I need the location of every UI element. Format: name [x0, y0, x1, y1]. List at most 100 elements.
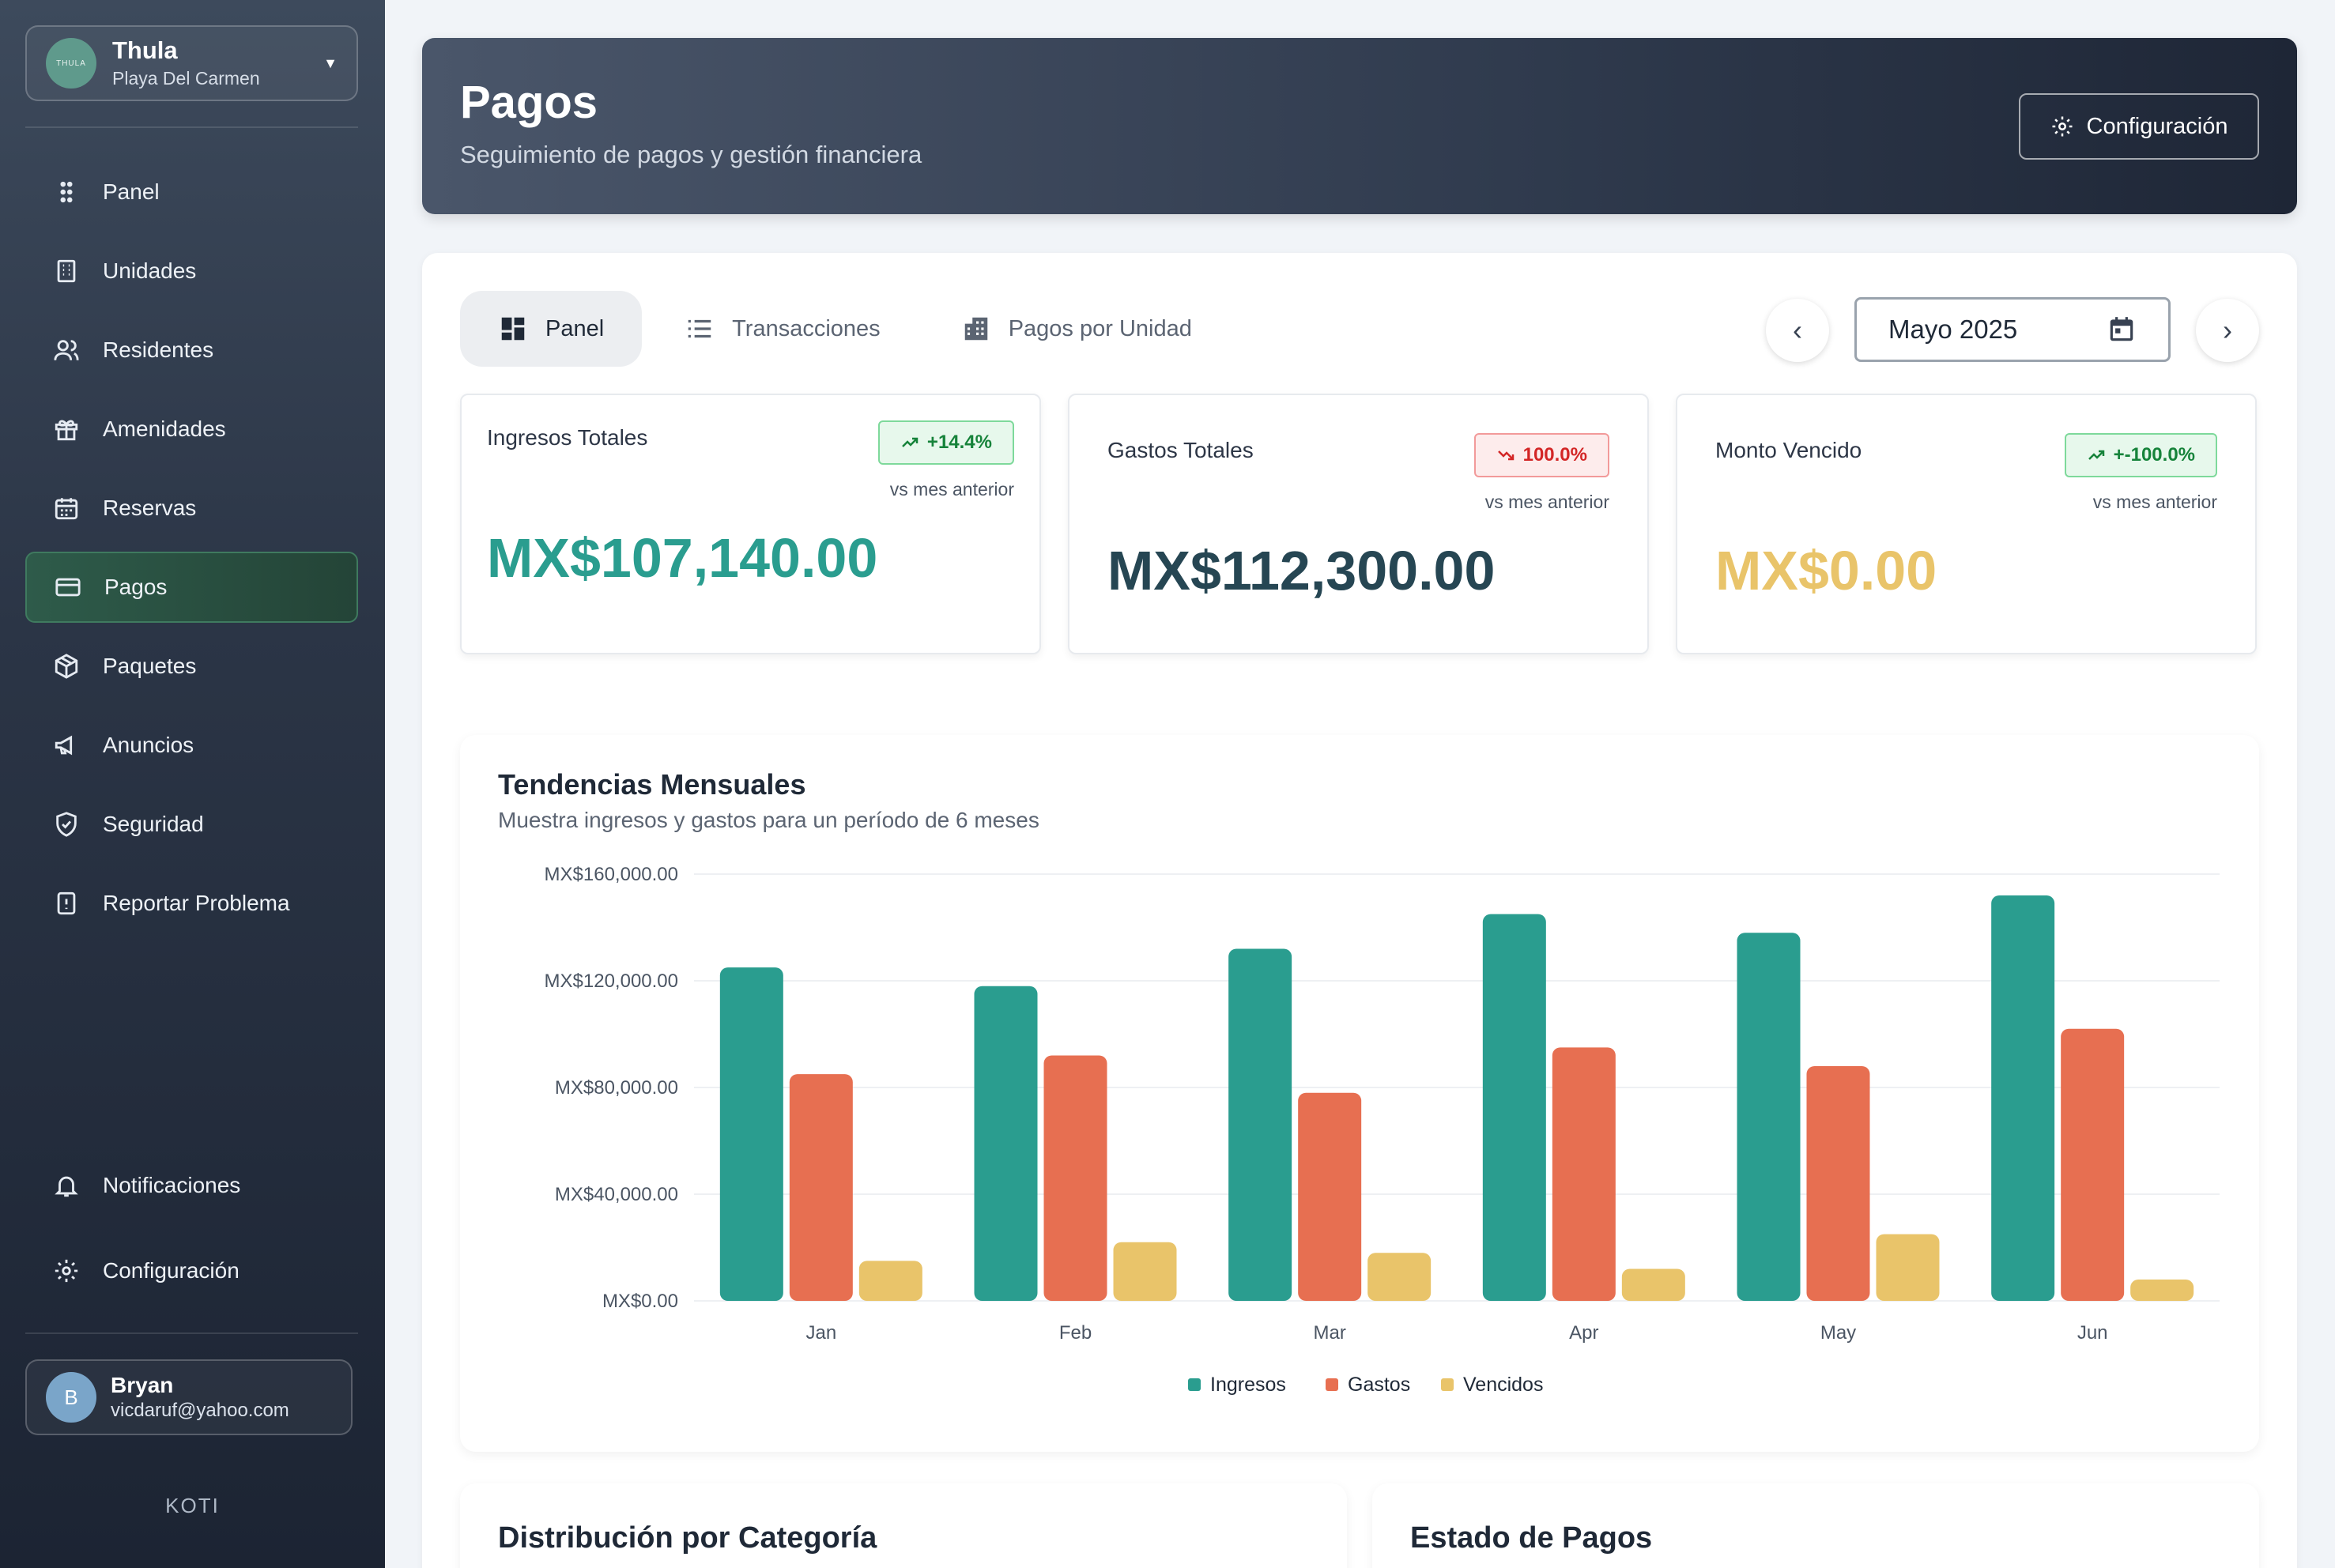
tab-label: Panel	[545, 315, 605, 341]
trend-value: 100.0%	[1522, 444, 1587, 466]
user-email: vicdaruf@yahoo.com	[111, 1400, 289, 1421]
building-icon	[52, 257, 81, 285]
trend-down-icon	[1497, 450, 1514, 461]
building-icon	[964, 317, 987, 341]
bar-vencidos-jan	[858, 1261, 922, 1301]
card-title: Estado de Pagos	[1410, 1521, 1653, 1555]
list-icon	[688, 319, 711, 338]
sidebar: THULA Thula Playa Del Carmen ▼ Panel Uni…	[0, 0, 385, 1568]
dashboard-icon	[501, 317, 525, 341]
stat-value: MX$112,300.00	[1107, 540, 1496, 601]
stat-card-vencido: Monto Vencido +-100.0% vs mes anterior M…	[1676, 394, 2257, 654]
organization-logo: THULA	[46, 38, 96, 89]
page-title: Pagos	[460, 77, 598, 128]
settings-button-label: Configuración	[2086, 113, 2228, 139]
nav-item-label: Notificaciones	[103, 1173, 241, 1197]
comparison-label: vs mes anterior	[1484, 492, 1609, 512]
legend-label: Vencidos	[1463, 1374, 1543, 1396]
x-tick-label: Mar	[1313, 1322, 1345, 1344]
x-tick-label: May	[1820, 1322, 1856, 1344]
nav-item-label: Seguridad	[103, 812, 204, 836]
main-content: Panel Transacciones Pagos por Unidad ‹ M…	[422, 253, 2297, 1568]
gear-icon	[2052, 116, 2073, 137]
tab-pagos-por-unidad[interactable]: Pagos por Unidad	[923, 291, 1230, 367]
nav-item-label: Paquetes	[103, 654, 197, 678]
next-month-button[interactable]: ›	[2196, 299, 2259, 362]
nav-item-residentes[interactable]: Residentes	[25, 315, 358, 386]
page-subtitle: Seguimiento de pagos y gestión financier…	[460, 141, 922, 168]
legend-label: Gastos	[1348, 1374, 1410, 1396]
legend-swatch	[1441, 1378, 1454, 1391]
bar-vencidos-apr	[1621, 1268, 1685, 1301]
stat-label: Ingresos Totales	[487, 425, 648, 450]
nav-item-label: Panel	[103, 179, 160, 204]
month-picker[interactable]: Mayo 2025	[1854, 297, 2171, 362]
nav-item-configuracion[interactable]: Configuración	[25, 1235, 358, 1306]
nav-item-label: Anuncios	[103, 733, 194, 757]
avatar: B	[46, 1372, 96, 1423]
trend-up-icon	[902, 437, 919, 447]
tab-bar: Panel Transacciones Pagos por Unidad	[460, 291, 1235, 367]
bar-vencidos-mar	[1367, 1253, 1432, 1301]
bar-chart: MX$0.00 MX$40,000.00 MX$80,000.00 MX$120,00…	[545, 864, 2220, 1396]
calendar-icon	[52, 494, 81, 522]
legend-swatch	[1326, 1378, 1338, 1391]
main-nav: Panel Unidades Residentes Amenidades Res…	[25, 156, 358, 947]
settings-button[interactable]: Configuración	[2019, 93, 2259, 160]
x-tick-label: Feb	[1059, 1322, 1092, 1344]
package-icon	[52, 652, 81, 680]
nav-item-amenidades[interactable]: Amenidades	[25, 394, 358, 465]
y-tick-label: MX$120,000.00	[545, 971, 678, 992]
user-profile[interactable]: B Bryan vicdaruf@yahoo.com	[25, 1359, 353, 1435]
shield-icon	[52, 810, 81, 839]
bar-ingresos-feb	[974, 986, 1038, 1301]
trend-up-icon	[2088, 450, 2104, 460]
bar-ingresos-apr	[1482, 914, 1546, 1301]
bar-ingresos-may	[1737, 933, 1801, 1301]
nav-item-seguridad[interactable]: Seguridad	[25, 789, 358, 860]
bar-vencidos-jun	[2130, 1280, 2194, 1301]
nav-item-reservas[interactable]: Reservas	[25, 473, 358, 544]
nav-item-reportar-problema[interactable]: Reportar Problema	[25, 868, 358, 939]
nav-item-label: Residentes	[103, 337, 214, 362]
stat-value: MX$0.00	[1715, 540, 1937, 601]
nav-item-label: Configuración	[103, 1258, 240, 1283]
bar-ingresos-jan	[719, 967, 783, 1301]
trend-badge: +-100.0%	[2064, 433, 2217, 477]
payment-status-card: Estado de Pagos	[1372, 1483, 2259, 1568]
legend-swatch	[1188, 1378, 1201, 1391]
secondary-nav: Notificaciones Configuración	[25, 1150, 358, 1314]
nav-item-notificaciones[interactable]: Notificaciones	[25, 1150, 358, 1221]
tab-panel[interactable]: Panel	[460, 291, 643, 367]
users-icon	[52, 336, 81, 364]
user-name: Bryan	[111, 1373, 174, 1397]
megaphone-icon	[52, 731, 81, 760]
nav-item-paquetes[interactable]: Paquetes	[25, 631, 358, 702]
y-tick-label: MX$40,000.00	[555, 1184, 678, 1205]
previous-month-button[interactable]: ‹	[1766, 299, 1829, 362]
nav-item-unidades[interactable]: Unidades	[25, 236, 358, 307]
card-title: Distribución por Categoría	[498, 1521, 877, 1555]
credit-card-icon	[54, 573, 82, 601]
chevron-right-icon: ›	[2223, 314, 2232, 346]
month-value: Mayo 2025	[1888, 315, 2018, 344]
trend-badge: +14.4%	[877, 420, 1014, 465]
gift-icon	[52, 415, 81, 443]
organization-switcher[interactable]: THULA Thula Playa Del Carmen ▼	[25, 25, 358, 101]
nav-item-panel[interactable]: Panel	[25, 156, 358, 228]
nav-item-pagos[interactable]: Pagos	[25, 552, 358, 623]
bar-gastos-mar	[1298, 1092, 1362, 1301]
trend-value: +-100.0%	[2113, 444, 2195, 466]
x-tick-label: Jan	[805, 1322, 836, 1344]
bar-gastos-jan	[789, 1074, 853, 1301]
calendar-icon[interactable]	[2107, 315, 2137, 345]
stat-label: Monto Vencido	[1715, 438, 1862, 462]
divider	[25, 1332, 358, 1334]
bar-gastos-may	[1806, 1066, 1870, 1301]
stat-card-ingresos: Ingresos Totales +14.4% vs mes anterior …	[460, 394, 1041, 654]
category-distribution-card: Distribución por Categoría	[460, 1483, 1347, 1568]
nav-item-anuncios[interactable]: Anuncios	[25, 710, 358, 781]
bar-ingresos-jun	[1991, 895, 2055, 1301]
tab-transacciones[interactable]: Transacciones	[647, 291, 919, 367]
nav-item-label: Reportar Problema	[103, 891, 290, 915]
